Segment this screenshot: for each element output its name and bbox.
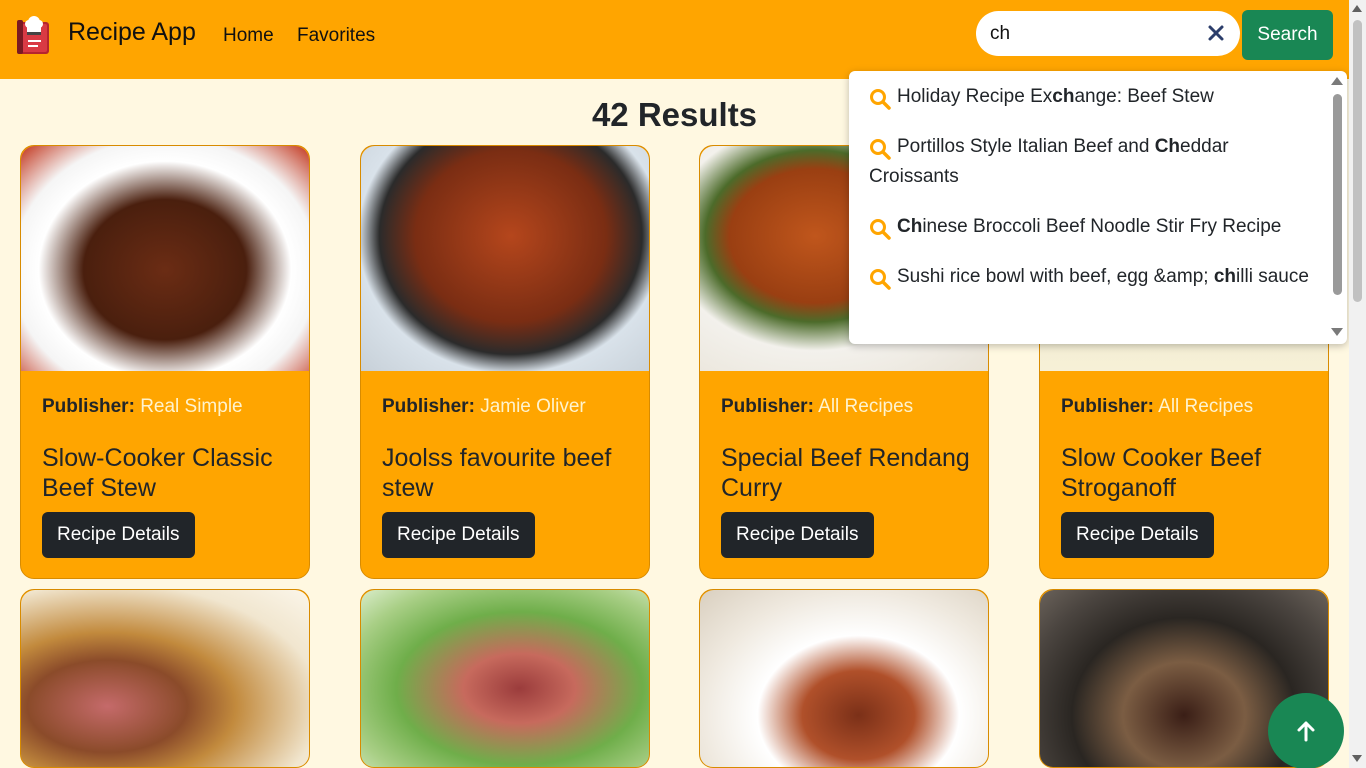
recipe-card: Publisher: Jamie Oliver Joolss favourite… xyxy=(360,145,650,579)
page-scroll-thumb[interactable] xyxy=(1353,20,1362,302)
publisher-name: All Recipes xyxy=(1158,396,1254,417)
close-icon[interactable] xyxy=(1206,23,1226,43)
recipe-card xyxy=(699,589,989,768)
dropdown-scroll-up-arrow[interactable] xyxy=(1331,77,1343,85)
page-scroll-down-arrow[interactable] xyxy=(1352,755,1362,762)
recipe-title: Slow Cooker Beef Stroganoff xyxy=(1061,444,1262,502)
recipe-details-button[interactable]: Recipe Details xyxy=(1061,512,1214,558)
publisher-name: Real Simple xyxy=(140,396,243,417)
suggestion-match: ch xyxy=(1052,86,1075,107)
search-suggestions-dropdown: Holiday Recipe Exchange: Beef Stew Porti… xyxy=(849,71,1347,344)
dropdown-scroll-thumb[interactable] xyxy=(1333,94,1342,295)
publisher-label: Publisher: xyxy=(382,396,475,417)
recipe-details-button[interactable]: Recipe Details xyxy=(42,512,195,558)
suggestion-match: Ch xyxy=(1154,136,1181,157)
card-publisher: Publisher: Jamie Oliver xyxy=(382,396,586,418)
recipe-details-button[interactable]: Recipe Details xyxy=(382,512,535,558)
publisher-label: Publisher: xyxy=(42,396,135,417)
publisher-label: Publisher: xyxy=(721,396,814,417)
search-icon xyxy=(869,268,891,290)
nav-link-favorites[interactable]: Favorites xyxy=(297,25,375,47)
suggestion-match: Ch xyxy=(897,216,923,237)
page-scroll-up-arrow[interactable] xyxy=(1352,5,1362,12)
recipe-image[interactable] xyxy=(361,590,649,767)
search-button[interactable]: Search xyxy=(1242,10,1333,60)
brand-name[interactable]: Recipe App xyxy=(68,18,196,47)
recipe-image[interactable] xyxy=(361,146,649,371)
recipe-card xyxy=(360,589,650,768)
suggestion-item[interactable]: Holiday Recipe Exchange: Beef Stew xyxy=(869,82,1309,112)
recipe-image[interactable] xyxy=(21,590,309,767)
search-box xyxy=(976,11,1240,56)
card-publisher: Publisher: All Recipes xyxy=(1061,396,1253,418)
search-icon xyxy=(869,88,891,110)
publisher-label: Publisher: xyxy=(1061,396,1154,417)
suggestion-text-post: ange: Beef Stew xyxy=(1074,86,1214,107)
nav-link-home[interactable]: Home xyxy=(223,25,274,47)
chef-book-icon[interactable] xyxy=(16,16,54,56)
recipe-title: Special Beef Rendang Curry xyxy=(721,444,970,502)
dropdown-scroll-down-arrow[interactable] xyxy=(1331,328,1343,336)
recipe-title: Joolss favourite beef stew xyxy=(382,444,612,502)
suggestion-item[interactable]: Chinese Broccoli Beef Noodle Stir Fry Re… xyxy=(869,212,1309,242)
recipe-title: Slow-Cooker Classic Beef Stew xyxy=(42,444,273,502)
search-icon xyxy=(869,138,891,160)
arrow-up-icon xyxy=(1297,721,1315,742)
search-icon xyxy=(869,218,891,240)
card-publisher: Publisher: Real Simple xyxy=(42,396,243,418)
suggestion-match: ch xyxy=(1213,266,1237,287)
card-publisher: Publisher: All Recipes xyxy=(721,396,913,418)
recipe-image[interactable] xyxy=(700,590,988,767)
search-input[interactable] xyxy=(990,21,1200,47)
publisher-name: All Recipes xyxy=(818,396,914,417)
suggestion-text-post: inese Broccoli Beef Noodle Stir Fry Reci… xyxy=(922,216,1282,237)
suggestion-text-pre: Holiday Recipe Ex xyxy=(897,86,1053,107)
publisher-name: Jamie Oliver xyxy=(480,396,586,417)
back-to-top-button[interactable] xyxy=(1268,693,1344,768)
recipe-image[interactable] xyxy=(21,146,309,371)
recipe-card xyxy=(20,589,310,768)
suggestion-item[interactable]: Sushi rice bowl with beef, egg &amp; chi… xyxy=(869,262,1309,292)
suggestion-item[interactable]: Portillos Style Italian Beef and Cheddar… xyxy=(869,132,1309,192)
suggestion-text-pre: Portillos Style Italian Beef and xyxy=(897,136,1155,157)
navbar: Recipe App Home Favorites Search xyxy=(0,0,1349,79)
suggestion-text-pre: Sushi rice bowl with beef, egg &amp; xyxy=(897,266,1214,287)
suggestion-text-post: illi sauce xyxy=(1236,266,1309,287)
recipe-details-button[interactable]: Recipe Details xyxy=(721,512,874,558)
recipe-card: Publisher: Real Simple Slow-Cooker Class… xyxy=(20,145,310,579)
